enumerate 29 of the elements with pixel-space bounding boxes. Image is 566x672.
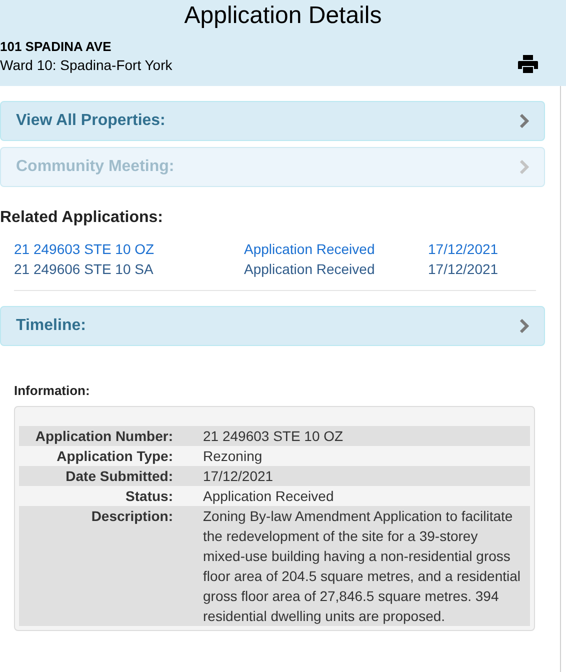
chevron-right-icon <box>519 160 529 174</box>
field-value: Application Received <box>203 487 335 506</box>
application-status: Application Received <box>244 260 376 279</box>
field-value: Rezoning <box>203 447 264 466</box>
section-heading: Information: <box>14 383 91 399</box>
ward: Ward 10: Spadina-Fort York <box>0 56 172 75</box>
field-value: 21 249603 STE 10 OZ <box>203 427 344 446</box>
section-heading: Related Applications: <box>0 208 164 228</box>
application-date: 17/12/2021 <box>428 260 498 278</box>
page-title: Application Details <box>183 2 383 30</box>
address: 101 SPADINA AVE <box>0 39 112 55</box>
printer-icon[interactable] <box>518 55 538 73</box>
field-value: 17/12/2021 <box>203 467 274 486</box>
field-label: Status: <box>124 487 173 506</box>
application-date: 17/12/2021 <box>428 240 498 258</box>
field-label: Date Submitted: <box>64 467 173 486</box>
application-status: Application Received <box>244 240 376 259</box>
field-label: Description: <box>90 507 173 526</box>
application-link[interactable]: 21 249603 STE 10 OZ <box>14 238 244 260</box>
related-application-row[interactable]: 21 249606 STE 10 SA Application Received 17/12/2021 <box>14 259 566 279</box>
related-application-row[interactable]: 21 249603 STE 10 OZ Application Received 17/12/2021 <box>14 239 566 259</box>
field-label: Application Type: <box>56 447 173 466</box>
field-label: Application Number: <box>34 427 173 446</box>
field-value: Zoning By-law Amendment Application to facilitate the redevelopment of the site for a 39-storey mixed-use building having a non-residential gross floor area of 204.5 square metres, and a residential gross floor area of 27,846.5 square metres. 394 residential dwelling units are proposed. <box>203 507 522 626</box>
application-link[interactable]: 21 249606 STE 10 SA <box>14 258 244 280</box>
chevron-right-icon <box>519 319 529 333</box>
accordion-panel[interactable]: Timeline: <box>0 306 545 346</box>
accordion-panel[interactable]: View All Properties: <box>0 101 545 141</box>
chevron-right-icon <box>519 114 529 128</box>
